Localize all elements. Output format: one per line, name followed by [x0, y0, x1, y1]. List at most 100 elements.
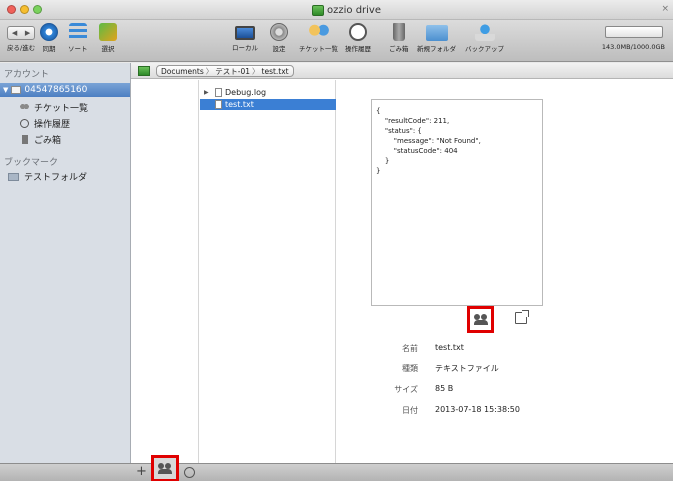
- browser-column-1: [131, 80, 199, 463]
- toolbar-label: 設定: [272, 45, 286, 53]
- bottom-bar: +: [0, 455, 673, 481]
- open-external-icon[interactable]: [515, 310, 529, 324]
- account-drive-icon: [11, 86, 22, 94]
- app-window: ozzio drive × ◀ ▶ 戻る/進む 同期 ソート 選択 ローカル 設…: [0, 0, 673, 481]
- account-name: 04547865160: [24, 85, 88, 95]
- path-bar: Documents 〉 テスト-01 〉 test.txt: [131, 63, 673, 79]
- info-label: 種類: [402, 364, 418, 373]
- breadcrumb-segment[interactable]: Documents: [161, 67, 204, 76]
- storage-text: 143.0MB/1000.0GB: [601, 43, 665, 51]
- info-row-date: 日付 2013-07-18 15:38:50: [371, 405, 591, 417]
- disclosure-triangle-icon[interactable]: ▼: [3, 86, 8, 94]
- breadcrumb-segment[interactable]: test.txt: [262, 67, 289, 76]
- toolbar-toggle-icon[interactable]: ×: [661, 4, 669, 14]
- file-icon: [215, 88, 222, 97]
- sidebar-bookmark-test-folder[interactable]: テストフォルダ: [8, 170, 87, 183]
- bookmarks-header: ブックマーク: [4, 158, 59, 168]
- toolbar-tickets-button[interactable]: チケット一覧: [299, 23, 338, 53]
- toolbar-label: 選択: [101, 45, 115, 53]
- trash-icon: [392, 23, 405, 41]
- sidebar-item-label: ごみ箱: [34, 136, 62, 146]
- sidebar-item-tickets[interactable]: チケット一覧: [20, 101, 88, 114]
- sidebar-item-history[interactable]: 操作履歴: [20, 117, 70, 130]
- new-folder-icon: [425, 25, 448, 41]
- toolbar-label: 操作履歴: [345, 45, 371, 53]
- info-value: テキストファイル: [435, 364, 499, 373]
- toolbar-sort-button[interactable]: ソート: [68, 23, 88, 53]
- content-area: Documents 〉 テスト-01 〉 test.txt ▶ Debug.lo…: [131, 63, 673, 463]
- title-bar: ozzio drive ×: [0, 0, 673, 20]
- bottom-share-tickets-button[interactable]: [151, 455, 179, 481]
- sort-icon: [68, 23, 87, 41]
- sidebar-account[interactable]: ▼ 04547865160: [0, 83, 130, 97]
- storage-bar: [605, 26, 663, 38]
- folder-icon: [8, 172, 19, 181]
- window-title-group: ozzio drive: [312, 3, 381, 17]
- history-icon: [349, 23, 367, 41]
- file-name: Debug.log: [225, 88, 267, 97]
- file-preview: { "resultCode": 211, "status": { "messag…: [371, 99, 543, 306]
- people-icon: [158, 463, 172, 474]
- tickets-icon: [20, 103, 29, 112]
- tickets-icon: [307, 23, 330, 41]
- accounts-header: アカウント: [4, 70, 50, 80]
- sync-icon: [40, 23, 58, 41]
- toolbar-label: ごみ箱: [389, 45, 409, 53]
- toolbar-settings-button[interactable]: 設定: [270, 23, 288, 53]
- trash-icon: [22, 135, 28, 144]
- toolbar-label: チケット一覧: [299, 45, 338, 53]
- sidebar-item-trash[interactable]: ごみ箱: [20, 133, 61, 146]
- back-arrow-icon[interactable]: ◀: [12, 29, 17, 37]
- browser-column-2: ▶ Debug.log test.txt: [200, 80, 336, 463]
- settings-icon: [270, 23, 288, 41]
- sidebar-item-label: チケット一覧: [34, 104, 89, 114]
- info-value: 2013-07-18 15:38:50: [435, 405, 520, 414]
- toolbar-label: 新規フォルダ: [417, 45, 456, 53]
- info-value: test.txt: [435, 343, 464, 352]
- local-icon: [235, 26, 255, 40]
- toolbar-select-button[interactable]: 選択: [99, 23, 117, 53]
- breadcrumb-separator: 〉: [205, 66, 214, 76]
- toolbar-sync-button[interactable]: 同期: [40, 23, 58, 53]
- history-icon: [20, 119, 29, 128]
- history-icon[interactable]: [184, 467, 195, 478]
- disclosure-arrow-icon[interactable]: ▶: [204, 89, 212, 96]
- info-label: 名前: [402, 344, 418, 353]
- drive-icon: [138, 66, 150, 76]
- storage-indicator: 143.0MB/1000.0GB: [602, 23, 665, 51]
- toolbar-label: ソート: [68, 45, 88, 53]
- file-row-debug-log[interactable]: ▶ Debug.log: [200, 87, 336, 98]
- file-row-test-txt[interactable]: test.txt: [200, 99, 336, 110]
- toolbar-new-folder-button[interactable]: 新規フォルダ: [417, 23, 456, 53]
- breadcrumb-separator: 〉: [252, 66, 260, 76]
- people-icon: [473, 314, 488, 325]
- toolbar-local-button[interactable]: ローカル: [232, 23, 258, 52]
- forward-arrow-icon[interactable]: ▶: [25, 29, 30, 37]
- add-icon[interactable]: +: [136, 465, 147, 479]
- breadcrumb-segment[interactable]: テスト-01: [215, 66, 250, 77]
- toolbar-label: 同期: [42, 45, 56, 53]
- toolbar-label: 戻る/進む: [7, 44, 36, 52]
- info-label: 日付: [402, 406, 418, 415]
- file-name: test.txt: [225, 100, 254, 109]
- breadcrumb[interactable]: Documents 〉 テスト-01 〉 test.txt: [156, 65, 294, 77]
- minimize-window-button[interactable]: [20, 5, 29, 14]
- toolbar-history-button[interactable]: 操作履歴: [345, 23, 371, 53]
- info-value: 85 B: [435, 384, 454, 393]
- toolbar-trash-button[interactable]: ごみ箱: [389, 23, 409, 53]
- window-title: ozzio drive: [327, 4, 381, 16]
- close-window-button[interactable]: [7, 5, 16, 14]
- toolbar-label: ローカル: [232, 44, 258, 52]
- app-logo-icon: [312, 4, 324, 16]
- zoom-window-button[interactable]: [33, 5, 42, 14]
- toolbar-back-forward[interactable]: ◀ ▶ 戻る/進む: [7, 23, 35, 52]
- select-icon: [99, 23, 117, 41]
- share-tickets-button[interactable]: [467, 306, 494, 333]
- bookmark-label: テストフォルダ: [24, 173, 88, 183]
- info-row-name: 名前 test.txt: [371, 343, 591, 355]
- toolbar-backup-button[interactable]: バックアップ: [465, 23, 504, 53]
- back-forward-icon[interactable]: ◀ ▶: [7, 26, 36, 40]
- sidebar-item-label: 操作履歴: [34, 120, 71, 130]
- info-row-kind: 種類 テキストファイル: [371, 363, 591, 375]
- file-icon: [215, 100, 222, 109]
